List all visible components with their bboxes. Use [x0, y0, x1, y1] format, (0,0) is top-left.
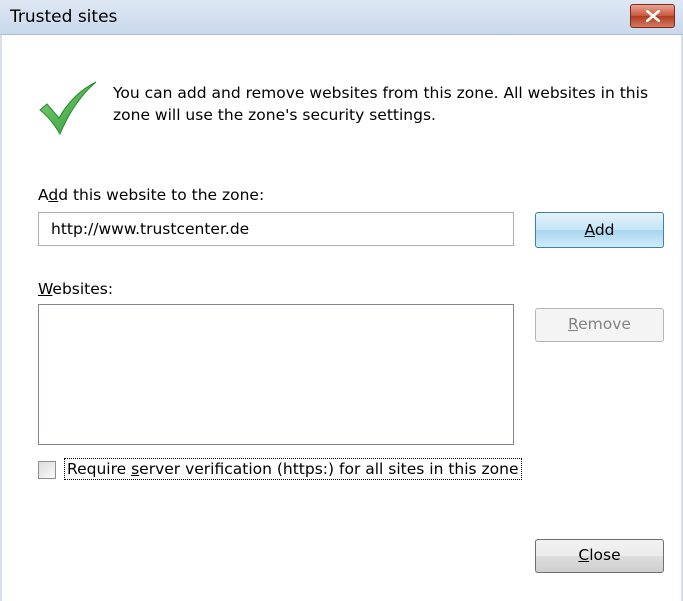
check-icon	[39, 81, 97, 136]
verification-label-pre: Require	[67, 460, 132, 478]
add-button-mnemonic: A	[584, 221, 595, 239]
close-button-mnemonic: C	[578, 546, 590, 564]
websites-label: Websites:	[38, 280, 113, 298]
websites-list[interactable]	[38, 304, 514, 445]
website-input[interactable]	[38, 212, 514, 246]
close-button-rest: lose	[589, 546, 621, 564]
trusted-sites-dialog: Trusted sites You can add and remove web…	[0, 0, 683, 601]
add-site-label-post: d this website to the zone:	[58, 186, 265, 204]
window-border-left	[0, 35, 2, 601]
require-verification-label[interactable]: Require server verification (https:) for…	[64, 458, 522, 480]
remove-button[interactable]: Remove	[535, 308, 664, 342]
verification-label-mnemonic: s	[131, 460, 140, 478]
window-close-button[interactable]	[630, 4, 675, 28]
close-icon	[646, 10, 660, 22]
info-text: You can add and remove websites from thi…	[113, 84, 649, 124]
close-button[interactable]: Close	[535, 539, 664, 573]
remove-button-mnemonic: R	[568, 315, 579, 333]
websites-label-mnemonic: W	[38, 280, 53, 298]
add-button-rest: dd	[594, 221, 615, 239]
title-bar[interactable]: Trusted sites	[0, 0, 683, 35]
add-site-label: Add this website to the zone:	[38, 186, 264, 204]
add-button[interactable]: Add	[535, 212, 664, 248]
add-site-label-pre: A	[38, 186, 49, 204]
websites-label-rest: ebsites:	[52, 280, 114, 298]
add-site-label-mnemonic: d	[48, 186, 59, 204]
verification-label-post: erver verification (https:) for all site…	[139, 460, 519, 478]
window-title: Trusted sites	[10, 7, 118, 27]
require-verification-checkbox[interactable]	[38, 461, 56, 479]
remove-button-rest: emove	[578, 315, 631, 333]
